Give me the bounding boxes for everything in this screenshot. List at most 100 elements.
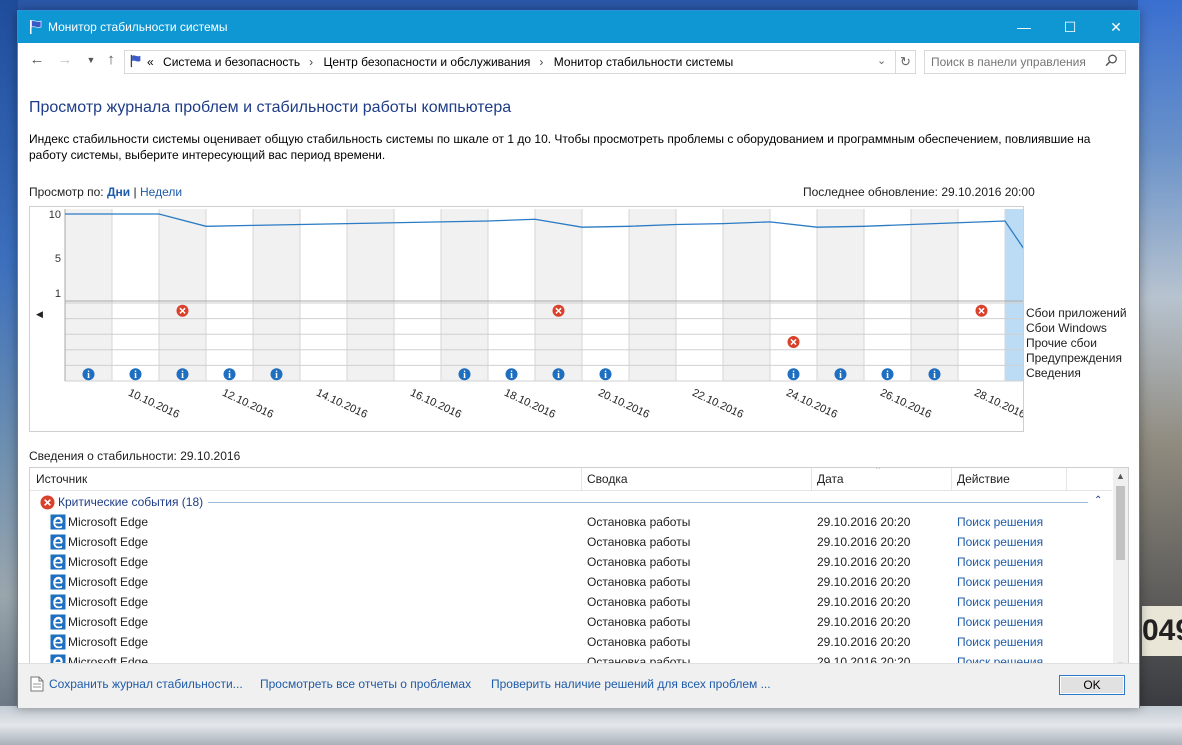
info-glyph: i (228, 370, 231, 381)
breadcrumb-system-security[interactable]: Система и безопасность (163, 55, 300, 69)
row-date: 29.10.2016 20:20 (817, 575, 911, 589)
refresh-icon[interactable]: ↻ (895, 51, 915, 73)
row-action-link[interactable]: Поиск решения (957, 515, 1043, 529)
column-action[interactable]: Действие (957, 472, 1010, 486)
info-glyph: i (604, 370, 607, 381)
x-tick-label: 26.10.2016 (878, 387, 933, 421)
day-column[interactable] (112, 209, 159, 381)
search-icon[interactable] (1105, 54, 1118, 70)
breadcrumb-reliability-monitor[interactable]: Монитор стабильности системы (554, 55, 734, 69)
row-action-link[interactable]: Поиск решения (957, 555, 1043, 569)
back-arrow-icon[interactable]: ← (28, 51, 46, 69)
view-days-link[interactable]: Дни (107, 185, 130, 199)
day-column[interactable] (159, 209, 206, 381)
day-column[interactable] (535, 209, 582, 381)
info-glyph: i (463, 370, 466, 381)
day-column[interactable] (253, 209, 300, 381)
column-divider[interactable] (1066, 468, 1067, 490)
x-tick-label: 22.10.2016 (690, 387, 745, 421)
legend-windows-failures: Сбои Windows (1026, 321, 1107, 335)
table-row[interactable]: Microsoft Edge Остановка работы 29.10.2016… (30, 572, 1112, 592)
chevron-right-icon[interactable]: › (539, 55, 543, 69)
row-source: Microsoft Edge (68, 515, 149, 529)
day-column[interactable] (676, 209, 723, 381)
day-column[interactable] (770, 209, 817, 381)
chart-scroll-left-icon[interactable]: ◀ (36, 310, 43, 320)
title-bar[interactable]: Монитор стабильности системы — ☐ ✕ (18, 11, 1139, 43)
scrollbar-thumb[interactable] (1116, 486, 1125, 560)
chevron-right-icon[interactable]: › (309, 55, 313, 69)
column-divider[interactable] (951, 468, 952, 490)
column-date[interactable]: Дата (817, 472, 844, 486)
collapse-icon[interactable]: ⌃ (1094, 495, 1102, 506)
info-glyph: i (557, 370, 560, 381)
day-column[interactable] (300, 209, 347, 381)
window-title: Монитор стабильности системы (48, 20, 228, 34)
minimize-icon[interactable]: — (1001, 11, 1047, 43)
view-all-reports-link[interactable]: Просмотреть все отчеты о проблемах (260, 677, 471, 691)
scroll-up-icon[interactable]: ▲ (1116, 471, 1125, 481)
stability-chart[interactable]: 10 5 1 i i i i i i i i i i i i i 10.10.2016 12.10.2016 14.… (29, 206, 1024, 432)
row-action-link[interactable]: Поиск решения (957, 615, 1043, 629)
stability-chart-svg[interactable]: 1051i i i i i i i i i i i i i10.10.2016 12.10.2016 14.… (30, 207, 1023, 431)
row-source: Microsoft Edge (68, 555, 149, 569)
column-divider[interactable] (581, 468, 582, 490)
table-row[interactable]: Microsoft Edge Остановка работы 29.10.2016… (30, 592, 1112, 612)
recent-locations-icon[interactable]: ▼ (82, 51, 100, 69)
table-row[interactable]: Microsoft Edge Остановка работы 29.10.2016… (30, 532, 1112, 552)
up-arrow-icon[interactable]: ↑ (102, 51, 120, 69)
day-column[interactable] (206, 209, 253, 381)
day-column[interactable] (958, 209, 1005, 381)
row-summary: Остановка работы (587, 615, 691, 629)
breadcrumb-security-maintenance[interactable]: Центр безопасности и обслуживания (323, 55, 530, 69)
row-action-link[interactable]: Поиск решения (957, 635, 1043, 649)
day-column[interactable] (347, 209, 394, 381)
check-solutions-link[interactable]: Проверить наличие решений для всех пробл… (491, 677, 771, 691)
search-input[interactable] (929, 53, 1103, 71)
navigation-bar: ← → ▼ ↑ « Система и безопасность › Центр … (18, 43, 1139, 77)
row-action-link[interactable]: Поиск решения (957, 535, 1043, 549)
table-row[interactable]: Microsoft Edge Остановка работы 29.10.2016… (30, 512, 1112, 532)
day-column[interactable] (394, 209, 441, 381)
row-date: 29.10.2016 20:20 (817, 615, 911, 629)
search-box[interactable] (924, 50, 1126, 74)
close-icon[interactable]: ✕ (1093, 11, 1139, 43)
day-column[interactable] (911, 209, 958, 381)
day-column[interactable] (864, 209, 911, 381)
footer: Сохранить журнал стабильности... Просмот… (18, 663, 1139, 708)
critical-events-group[interactable]: Критические события (18) ⌃ (30, 492, 1112, 512)
day-column[interactable] (441, 209, 488, 381)
day-column[interactable] (65, 209, 112, 381)
row-action-link[interactable]: Поиск решения (957, 595, 1043, 609)
column-source[interactable]: Источник (36, 472, 87, 486)
breadcrumb-overflow[interactable]: « (147, 55, 154, 69)
forward-arrow-icon[interactable]: → (56, 51, 74, 69)
flag-icon (28, 19, 44, 35)
stability-details-title: Сведения о стабильности: 29.10.2016 (29, 449, 241, 463)
day-column[interactable] (629, 209, 676, 381)
table-row[interactable]: Microsoft Edge Остановка работы 29.10.2016… (30, 612, 1112, 632)
row-source: Microsoft Edge (68, 635, 149, 649)
chevron-down-icon[interactable]: ⌄ (877, 54, 886, 67)
vertical-scrollbar[interactable]: ▲ ▼ (1113, 468, 1128, 674)
legend-warnings: Предупреждения (1026, 351, 1122, 365)
legend-app-failures: Сбои приложений (1026, 306, 1127, 320)
x-tick-label: 20.10.2016 (596, 387, 651, 421)
table-row[interactable]: Microsoft Edge Остановка работы 29.10.2016… (30, 552, 1112, 572)
view-weeks-link[interactable]: Недели (140, 185, 182, 199)
save-history-link[interactable]: Сохранить журнал стабильности... (49, 677, 243, 691)
day-column[interactable] (582, 209, 629, 381)
page-title: Просмотр журнала проблем и стабильности … (29, 99, 512, 116)
maximize-icon[interactable]: ☐ (1047, 11, 1093, 43)
day-column[interactable] (488, 209, 535, 381)
day-column[interactable] (723, 209, 770, 381)
ok-button[interactable]: OK (1059, 675, 1125, 695)
row-action-link[interactable]: Поиск решения (957, 575, 1043, 589)
table-row[interactable]: Microsoft Edge Остановка работы 29.10.2016… (30, 632, 1112, 652)
x-tick-label: 10.10.2016 (126, 387, 181, 421)
column-divider[interactable] (811, 468, 812, 490)
day-column[interactable] (817, 209, 864, 381)
breadcrumb: « Система и безопасность › Центр безопасн… (147, 55, 739, 69)
address-bar[interactable]: « Система и безопасность › Центр безопасн… (124, 50, 916, 74)
column-summary[interactable]: Сводка (587, 472, 628, 486)
